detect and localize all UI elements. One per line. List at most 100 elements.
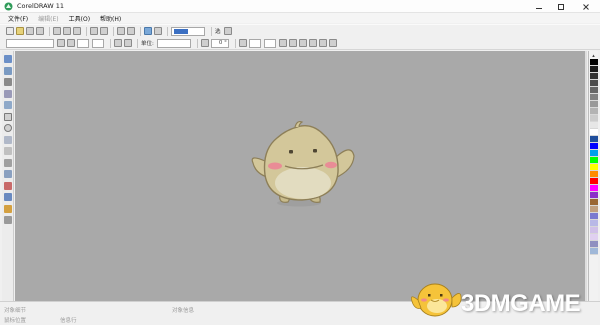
color-swatch[interactable] [589, 171, 598, 178]
selection-mode-label[interactable]: 选 [215, 27, 221, 35]
rectangle-tool-icon[interactable] [3, 112, 12, 121]
color-swatch[interactable] [589, 199, 598, 206]
save-icon[interactable] [26, 27, 34, 35]
menu-edit[interactable]: 编辑(E) [38, 14, 58, 23]
close-button[interactable] [572, 0, 600, 13]
color-swatch[interactable] [589, 241, 598, 248]
toolbar-divider [86, 26, 87, 36]
redo-icon[interactable] [100, 27, 108, 35]
drawing-canvas[interactable] [15, 51, 585, 301]
freehand-tool-icon[interactable] [3, 101, 12, 109]
property-bar: 单位: 0 ° [0, 37, 600, 50]
color-swatch[interactable] [589, 220, 598, 227]
watermark: 3DMGAME [405, 270, 600, 325]
undo-icon[interactable] [90, 27, 98, 35]
polygon-tool-icon[interactable] [3, 135, 12, 144]
page-options-icon[interactable] [288, 39, 297, 47]
units-dropdown[interactable] [156, 38, 191, 48]
color-swatch[interactable] [589, 129, 598, 136]
copy-icon[interactable] [63, 27, 71, 35]
landscape-icon[interactable] [124, 39, 132, 47]
menu-help[interactable]: 帮助(H) [100, 14, 121, 23]
paste-icon[interactable] [73, 27, 81, 35]
paper-type-dropdown[interactable] [6, 38, 54, 48]
application-launcher-icon[interactable] [144, 27, 152, 35]
zoom-level-dropdown[interactable] [171, 26, 205, 36]
shape-tool-icon[interactable] [3, 66, 12, 75]
basic-shapes-tool-icon[interactable] [3, 147, 12, 155]
color-swatch[interactable] [589, 178, 598, 185]
menu-tools[interactable]: 工具(O) [69, 14, 90, 23]
duplicate-y-field[interactable] [263, 38, 276, 48]
units-icon[interactable] [278, 39, 287, 47]
status-info-line: 信息行 [60, 318, 77, 324]
outline-tool-icon[interactable] [3, 193, 12, 201]
duplicate-x-field[interactable] [248, 38, 261, 48]
color-swatch[interactable] [589, 94, 598, 101]
color-swatch[interactable] [589, 164, 598, 171]
color-swatch[interactable] [589, 87, 598, 94]
page-width-icon[interactable] [57, 39, 65, 47]
window-title: CorelDRAW 11 [17, 2, 64, 10]
eyedropper-tool-icon[interactable] [3, 181, 12, 190]
nudge-offset-icon[interactable] [200, 39, 209, 47]
toolbar-divider [234, 38, 236, 48]
watermark-text: 3DMGAME [461, 290, 581, 317]
color-swatch[interactable] [589, 115, 598, 122]
text-tool-icon[interactable] [3, 158, 12, 167]
import-icon[interactable] [117, 27, 125, 35]
color-swatch[interactable] [589, 80, 598, 87]
current-page-icon[interactable] [328, 39, 337, 47]
vertical-scrollbar[interactable] [585, 51, 587, 301]
zoom-preview-bar [174, 28, 188, 34]
maximize-button[interactable] [550, 0, 572, 13]
pick-tool-icon[interactable] [3, 55, 12, 63]
toolbar-divider [211, 26, 212, 36]
cut-icon[interactable] [53, 27, 61, 35]
new-document-icon[interactable] [6, 27, 14, 35]
ellipse-tool-icon[interactable] [3, 124, 12, 132]
minimize-icon [536, 7, 542, 9]
color-swatch[interactable] [589, 66, 598, 73]
color-swatch[interactable] [589, 101, 598, 108]
duplicate-distance-icon[interactable] [238, 39, 247, 47]
toolbar-divider [110, 38, 111, 48]
portrait-icon[interactable] [114, 39, 122, 47]
interactive-blend-tool-icon[interactable] [3, 170, 12, 178]
color-swatch[interactable] [589, 213, 598, 220]
color-swatch[interactable] [589, 143, 598, 150]
export-icon[interactable] [127, 27, 135, 35]
corel-online-icon[interactable] [154, 27, 162, 35]
height-field[interactable] [92, 38, 104, 48]
zoom-tool-icon[interactable] [3, 89, 12, 98]
page-border-icon[interactable] [298, 39, 307, 47]
toolbar-divider [113, 26, 114, 36]
options-icon[interactable] [223, 27, 232, 35]
color-swatch[interactable] [589, 150, 598, 157]
color-swatch[interactable] [589, 234, 598, 241]
color-swatch[interactable] [589, 122, 598, 129]
color-swatch[interactable] [589, 206, 598, 213]
page-height-icon[interactable] [67, 39, 75, 47]
print-icon[interactable] [36, 27, 44, 35]
color-swatch[interactable] [589, 108, 598, 115]
color-swatch[interactable] [589, 136, 598, 143]
minimize-button[interactable] [528, 0, 550, 13]
color-swatch[interactable] [589, 185, 598, 192]
fill-tool-icon[interactable] [3, 204, 12, 213]
color-swatch[interactable] [589, 59, 598, 66]
color-swatch[interactable] [589, 227, 598, 234]
toolbar-divider [196, 38, 198, 48]
color-swatch[interactable] [589, 157, 598, 164]
color-swatch[interactable] [589, 192, 598, 199]
color-swatch[interactable] [589, 73, 598, 80]
color-swatch[interactable] [589, 248, 598, 255]
all-pages-icon[interactable] [318, 39, 327, 47]
page-layout-icon[interactable] [308, 39, 317, 47]
crop-tool-icon[interactable] [3, 78, 12, 86]
open-folder-icon[interactable] [16, 27, 24, 35]
interactive-fill-tool-icon[interactable] [3, 216, 12, 224]
width-field[interactable] [77, 38, 89, 48]
menu-file[interactable]: 文件(F) [8, 14, 28, 23]
angle-field[interactable]: 0 ° [210, 38, 229, 48]
